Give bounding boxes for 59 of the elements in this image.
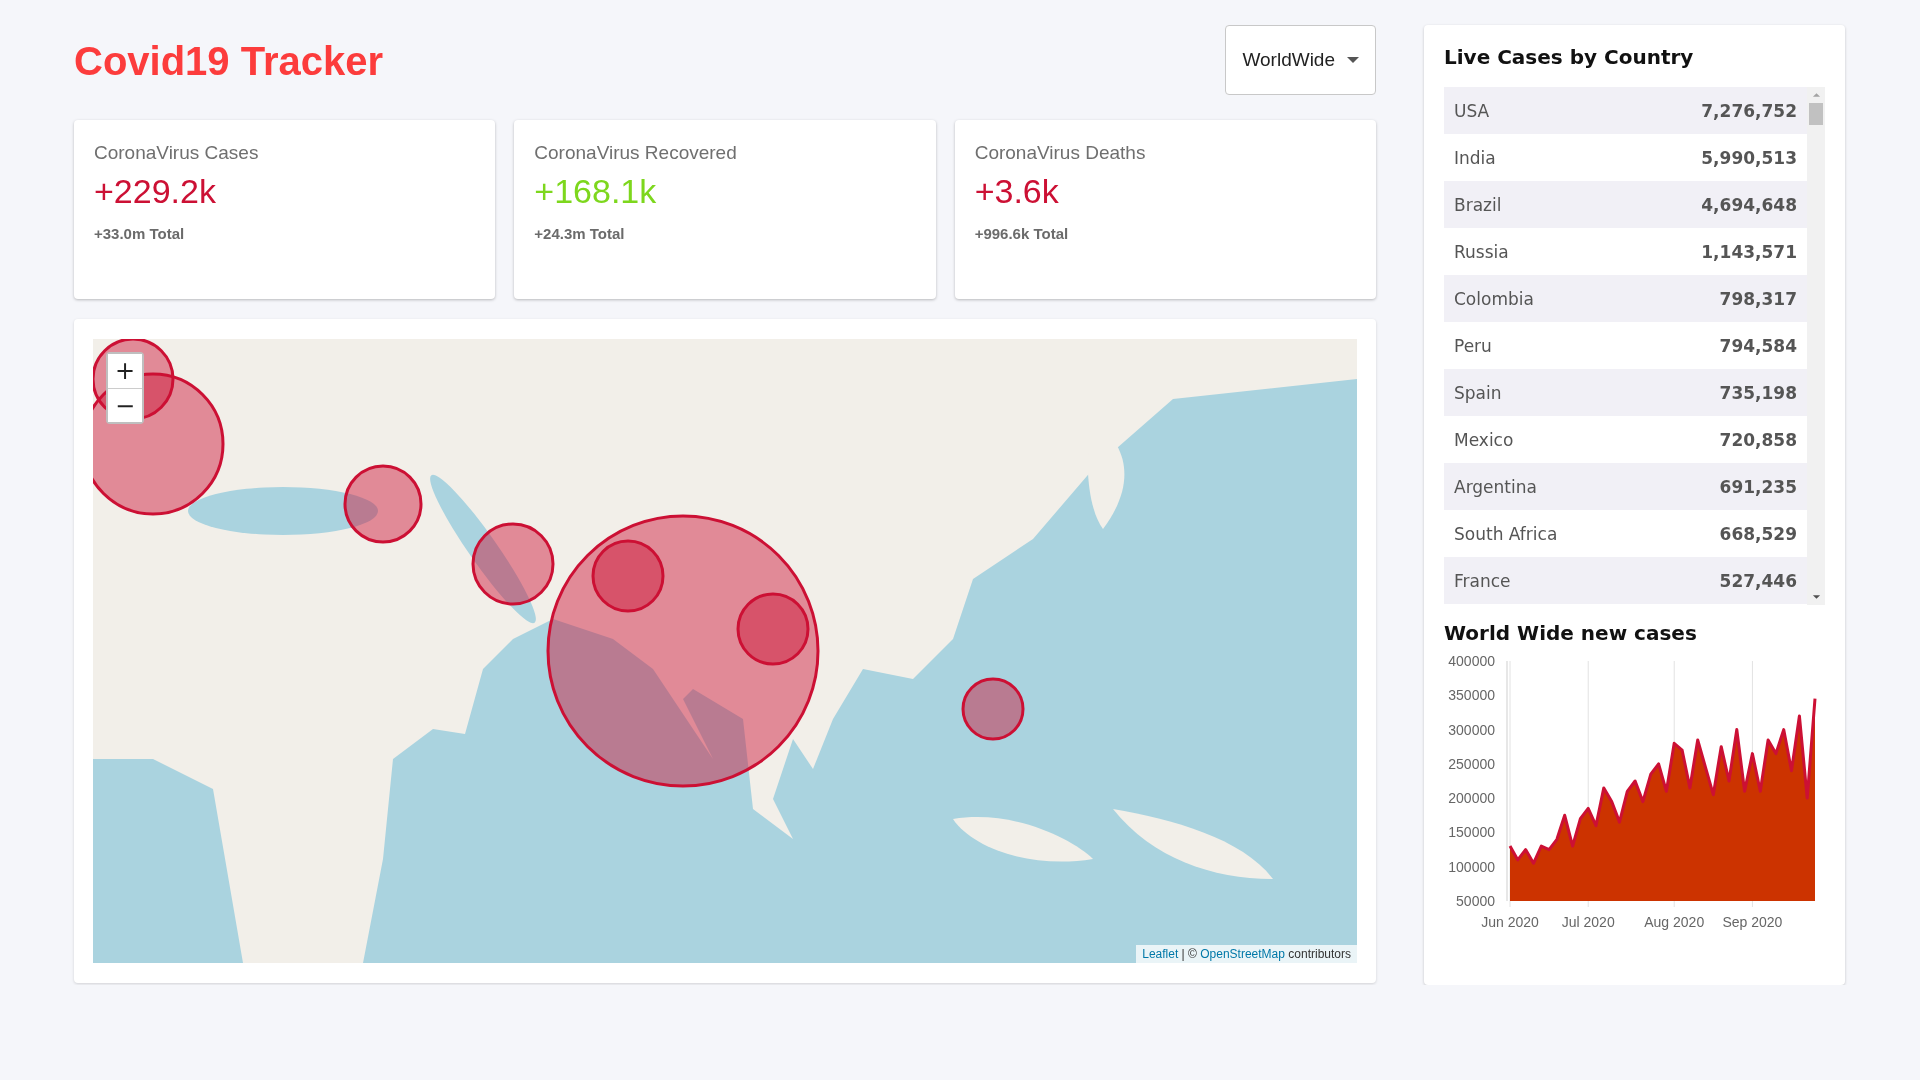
case-count: 5,990,513 xyxy=(1701,147,1797,168)
case-count: 527,446 xyxy=(1719,570,1797,591)
country-name: Spain xyxy=(1454,382,1502,403)
x-tick-label: Aug 2020 xyxy=(1644,914,1705,930)
card-value: +3.6k xyxy=(974,172,1060,211)
y-tick-label: 300000 xyxy=(1448,721,1495,738)
attribution-text: Leaflet | © OpenStreetMap contributors xyxy=(1136,945,1357,963)
country-name: South Africa xyxy=(1454,523,1558,544)
y-tick-label: 50000 xyxy=(1456,893,1495,909)
card-total: +33.0m Total xyxy=(94,225,186,242)
card-total: +996.6k Total xyxy=(974,225,1070,242)
country-name: USA xyxy=(1454,100,1490,121)
x-tick-label: Jun 2020 xyxy=(1481,914,1539,930)
card-value: +229.2k xyxy=(94,172,217,211)
stat-card[interactable]: CoronaVirus Recovered +168.1k +24.3m Total xyxy=(514,120,936,299)
country-name: France xyxy=(1454,570,1511,591)
country-name: Argentina xyxy=(1454,476,1537,497)
country-name: Russia xyxy=(1454,241,1509,262)
stat-card[interactable]: CoronaVirus Deaths +3.6k +996.6k Total xyxy=(954,120,1376,299)
case-count: 7,276,752 xyxy=(1701,100,1797,121)
y-tick-label: 350000 xyxy=(1448,687,1495,704)
stat-card[interactable]: CoronaVirus Cases +229.2k +33.0m Total xyxy=(74,120,496,299)
y-tick-label: 100000 xyxy=(1448,858,1495,875)
case-count: 4,694,648 xyxy=(1701,194,1797,215)
caret-icon xyxy=(1347,57,1359,63)
card-title: CoronaVirus Deaths xyxy=(974,142,1147,164)
leaflet-link[interactable]: Leaflet xyxy=(1142,947,1179,961)
case-count: 735,198 xyxy=(1719,382,1797,403)
panel-title: Live Cases by Country xyxy=(1444,45,1695,69)
country-name: Brazil xyxy=(1454,194,1502,215)
case-count: 720,858 xyxy=(1719,429,1797,450)
scroll-up-icon[interactable] xyxy=(1811,92,1821,98)
scrollbar-thumb[interactable] xyxy=(1809,103,1823,125)
region-dropdown[interactable]: WorldWide xyxy=(1225,25,1376,95)
chart-title: World Wide new cases xyxy=(1444,621,1698,645)
case-count: 798,317 xyxy=(1719,288,1797,309)
case-count: 1,143,571 xyxy=(1701,241,1797,262)
country-name: Peru xyxy=(1454,335,1492,356)
x-tick-label: Sep 2020 xyxy=(1722,914,1783,930)
openstreetmap-link[interactable]: OpenStreetMap xyxy=(1200,947,1285,961)
app-title: Covid19 Tracker xyxy=(74,39,384,84)
case-count: 668,529 xyxy=(1719,523,1797,544)
card-title: CoronaVirus Recovered xyxy=(534,142,738,164)
country-name: Colombia xyxy=(1454,288,1534,309)
card-value: +168.1k xyxy=(534,172,658,211)
y-tick-label: 200000 xyxy=(1448,790,1495,807)
case-count: 691,235 xyxy=(1719,476,1797,497)
y-tick-label: 250000 xyxy=(1448,755,1495,772)
country-name: Mexico xyxy=(1454,429,1514,450)
zoom-out-button[interactable]: − xyxy=(108,388,142,422)
card-title: CoronaVirus Cases xyxy=(94,142,260,164)
y-tick-label: 150000 xyxy=(1448,824,1495,841)
scroll-down-icon[interactable] xyxy=(1811,594,1821,600)
y-tick-label: 400000 xyxy=(1448,653,1495,669)
country-name: India xyxy=(1454,147,1496,168)
scrollbar[interactable] xyxy=(1807,87,1825,605)
case-count: 794,584 xyxy=(1719,335,1797,356)
x-tick-label: Jul 2020 xyxy=(1561,914,1615,930)
card-total: +24.3m Total xyxy=(534,225,626,242)
